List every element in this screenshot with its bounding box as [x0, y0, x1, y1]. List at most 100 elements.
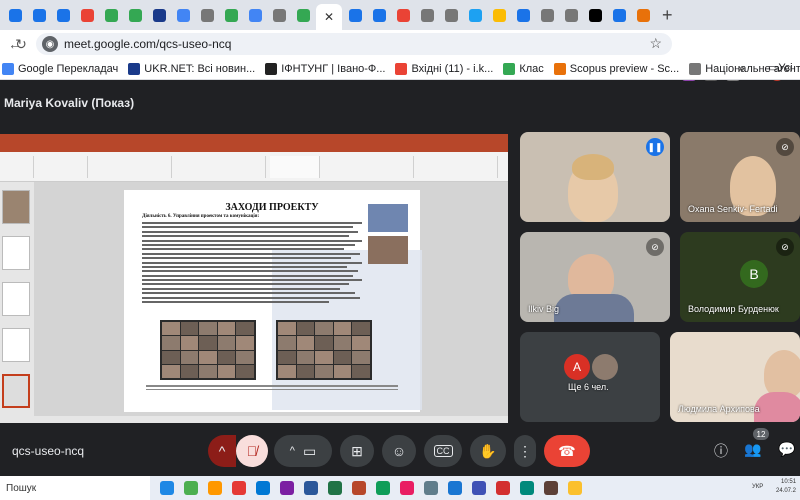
browser-tab[interactable] [488, 4, 510, 26]
slide-text-line [142, 222, 362, 224]
bookmark-item[interactable]: UKR.NET: Всі новин... [128, 62, 255, 75]
taskbar-app-icon[interactable] [280, 481, 294, 495]
taskbar-app-icon[interactable] [304, 481, 318, 495]
present-screen-button[interactable]: ⊞ [340, 435, 374, 467]
browser-tab[interactable] [124, 4, 146, 26]
collage-cell [315, 364, 333, 378]
browser-tab[interactable] [52, 4, 74, 26]
taskbar-app-icon[interactable] [400, 481, 414, 495]
taskbar-clock[interactable]: 10:51 24.07.2 [776, 478, 796, 496]
collage-cell [296, 364, 315, 378]
browser-tab[interactable] [100, 4, 122, 26]
browser-tab[interactable] [220, 4, 242, 26]
participant-tile[interactable]: ⊘ Ilkiv Big [520, 232, 670, 322]
slide-thumbnail-selected[interactable] [2, 374, 30, 408]
browser-tab[interactable] [76, 4, 98, 26]
taskbar-app-icon[interactable] [472, 481, 486, 495]
all-bookmarks-folder[interactable]: ▭ Усі [768, 61, 793, 75]
taskbar-search[interactable]: Пошук [0, 476, 150, 500]
slide-text-line [142, 257, 351, 260]
browser-tab-active[interactable]: ✕ [316, 4, 342, 30]
browser-tab[interactable] [560, 4, 582, 26]
browser-tab[interactable] [292, 4, 314, 26]
more-options-button[interactable]: ⋮ [514, 435, 536, 467]
slide-thumbnail[interactable] [2, 282, 30, 316]
taskbar-app-icon[interactable] [376, 481, 390, 495]
new-tab-button[interactable]: + [662, 5, 673, 26]
bookmark-star-icon[interactable]: ☆ [649, 35, 662, 52]
tab-favicon-icon [176, 8, 190, 22]
taskbar-app-icon[interactable] [568, 481, 582, 495]
camera-options-button[interactable]: ^ ▭ [274, 435, 332, 467]
browser-tab[interactable] [464, 4, 486, 26]
browser-tab[interactable] [244, 4, 266, 26]
emoji-reactions-button[interactable]: ☺ [382, 435, 416, 467]
leave-call-button[interactable]: ☎ [544, 435, 590, 467]
tray-language[interactable]: УКР [752, 484, 763, 490]
taskbar-app-icon[interactable] [448, 481, 462, 495]
taskbar-app-icon[interactable] [544, 481, 558, 495]
collage-cell [217, 350, 236, 364]
slide-photo-collage [276, 320, 372, 380]
meeting-info-icon[interactable]: ⓘ [710, 441, 732, 461]
bookmark-item[interactable]: Вхідні (11) - i.k... [395, 62, 493, 75]
browser-tab[interactable] [196, 4, 218, 26]
taskbar-app-icon[interactable] [184, 481, 198, 495]
browser-tab[interactable] [392, 4, 414, 26]
taskbar-app-icon[interactable] [352, 481, 366, 495]
captions-button[interactable]: CC [424, 435, 462, 467]
browser-tab[interactable] [416, 4, 438, 26]
people-icon[interactable]: 👥 [742, 441, 764, 458]
taskbar-app-icon[interactable] [160, 481, 174, 495]
participant-tile[interactable]: ❚❚ [520, 132, 670, 222]
taskbar-app-icon[interactable] [520, 481, 534, 495]
slide-thumbnail[interactable] [2, 236, 30, 270]
browser-tab[interactable] [536, 4, 558, 26]
mic-options-button[interactable]: ^ [208, 435, 236, 467]
close-tab-icon[interactable]: ✕ [324, 10, 334, 24]
reload-icon[interactable]: ↻ [10, 36, 32, 53]
browser-tab[interactable] [268, 4, 290, 26]
participant-tile[interactable]: ⊘ Oxana Senkiv- Fertadi [680, 132, 800, 222]
bookmarks-overflow-button[interactable]: » [738, 61, 745, 75]
slide-thumbnail[interactable] [2, 328, 30, 362]
raise-hand-button[interactable]: ✋ [470, 435, 506, 467]
taskbar-app-icon[interactable] [496, 481, 510, 495]
browser-tab[interactable] [584, 4, 606, 26]
bookmark-item[interactable]: Клас [503, 62, 544, 75]
participant-video [764, 350, 800, 398]
participant-tile[interactable]: В ⊘ Володимир Бурденюк [680, 232, 800, 322]
ppt-ribbon [0, 152, 508, 182]
chat-icon[interactable]: 💬 [776, 441, 798, 458]
bookmark-item[interactable]: Google Перекладач [2, 62, 118, 75]
slide: ЗАХОДИ ПРОЕКТУ Діяльність 6. Управління … [124, 190, 422, 412]
bookmark-item[interactable]: Scopus preview - Sc... [553, 62, 679, 75]
browser-tab[interactable] [512, 4, 534, 26]
browser-tab[interactable] [28, 4, 50, 26]
browser-tab[interactable] [344, 4, 366, 26]
taskbar-app-icon[interactable] [208, 481, 222, 495]
slide-text-line [142, 248, 345, 251]
taskbar-app-icon[interactable] [256, 481, 270, 495]
site-info-icon[interactable]: ◉ [42, 36, 58, 52]
slide-text-line [142, 270, 358, 273]
taskbar-app-icon[interactable] [232, 481, 246, 495]
participant-name: Володимир Бурденюк [688, 304, 779, 314]
browser-tab[interactable] [608, 4, 630, 26]
browser-tab[interactable] [148, 4, 170, 26]
browser-tab[interactable] [632, 4, 654, 26]
url-text[interactable]: meet.google.com/qcs-useo-ncq [64, 37, 231, 51]
participant-tile[interactable]: Людмила Архипова [670, 332, 800, 422]
mic-toggle-button[interactable]: 🎙̸ [236, 435, 268, 467]
taskbar-app-icon[interactable] [328, 481, 342, 495]
slide-thumbnail[interactable] [2, 190, 30, 224]
browser-tab[interactable] [368, 4, 390, 26]
browser-tab[interactable] [4, 4, 26, 26]
bookmark-item[interactable]: ІФНТУНГ | Івано-Ф... [265, 62, 385, 75]
browser-tab[interactable] [440, 4, 462, 26]
participant-avatar: A [564, 354, 590, 380]
taskbar-app-icon[interactable] [424, 481, 438, 495]
others-tile[interactable]: A Ще 6 чел. [520, 332, 660, 422]
url-field[interactable]: ◉ meet.google.com/qcs-useo-ncq ☆ [36, 33, 672, 55]
browser-tab[interactable] [172, 4, 194, 26]
